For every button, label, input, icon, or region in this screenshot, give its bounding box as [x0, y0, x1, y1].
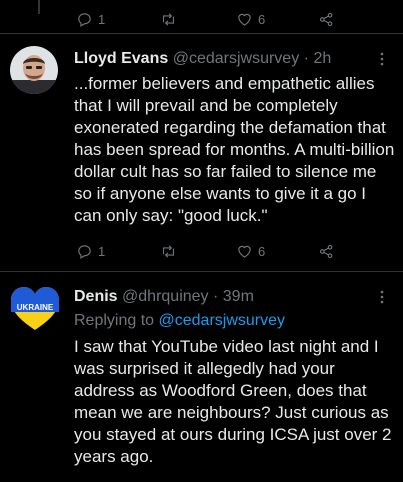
separator: · — [303, 50, 309, 67]
display-name[interactable]: Lloyd Evans — [74, 50, 168, 67]
display-name[interactable]: Denis — [74, 288, 118, 305]
share-button[interactable] — [318, 240, 335, 262]
replying-prefix: Replying to — [74, 312, 155, 329]
reply-count: 1 — [98, 11, 106, 27]
like-count: 6 — [258, 11, 266, 27]
reply-icon — [78, 12, 91, 27]
tweet-denis[interactable]: UKRAINE Denis @dhrquiney · 39m Replying … — [0, 272, 403, 482]
like-button[interactable]: 6 — [236, 240, 265, 262]
replying-handle-link[interactable]: @cedarsjwsurvey — [159, 312, 286, 329]
like-button[interactable]: 6 — [236, 8, 265, 30]
tweet-text: ...former believers and empathetic allie… — [74, 74, 395, 225]
timestamp[interactable]: 39m — [223, 288, 254, 305]
tweet-text: I saw that YouTube video last night and … — [74, 337, 392, 466]
tweet-header: Lloyd Evans @cedarsjwsurvey · 2h — [74, 50, 331, 68]
timestamp[interactable]: 2h — [313, 50, 331, 67]
avatar-label: UKRAINE — [17, 303, 54, 312]
like-count: 6 — [258, 243, 266, 259]
thread-line — [38, 0, 40, 14]
top-action-bar: 1 6 — [76, 8, 376, 30]
reply-icon — [78, 244, 91, 259]
more-icon — [380, 290, 384, 304]
reply-count: 1 — [98, 243, 106, 259]
tweet-lloyd-evans[interactable]: Lloyd Evans @cedarsjwsurvey · 2h ...form… — [0, 34, 403, 269]
separator: · — [213, 288, 219, 305]
retweet-icon — [162, 244, 175, 258]
user-handle[interactable]: @cedarsjwsurvey — [173, 50, 300, 67]
share-icon — [319, 12, 333, 26]
retweet-icon — [162, 12, 175, 26]
avatar[interactable]: UKRAINE — [10, 286, 59, 334]
avatar[interactable] — [10, 46, 58, 94]
retweet-button[interactable] — [160, 240, 177, 262]
more-button[interactable] — [379, 52, 385, 66]
more-icon — [380, 52, 384, 66]
tweet-header: Denis @dhrquiney · 39m — [74, 288, 254, 306]
tweet-action-bar: 1 6 — [76, 240, 376, 262]
like-icon — [238, 13, 251, 26]
share-icon — [319, 244, 333, 258]
reply-button[interactable]: 1 — [76, 8, 105, 30]
reply-button[interactable]: 1 — [76, 240, 105, 262]
user-handle[interactable]: @dhrquiney — [122, 288, 209, 305]
retweet-button[interactable] — [160, 8, 177, 30]
like-icon — [238, 245, 251, 258]
replying-to: Replying to @cedarsjwsurvey — [74, 312, 285, 330]
more-button[interactable] — [379, 290, 385, 304]
share-button[interactable] — [318, 8, 335, 30]
